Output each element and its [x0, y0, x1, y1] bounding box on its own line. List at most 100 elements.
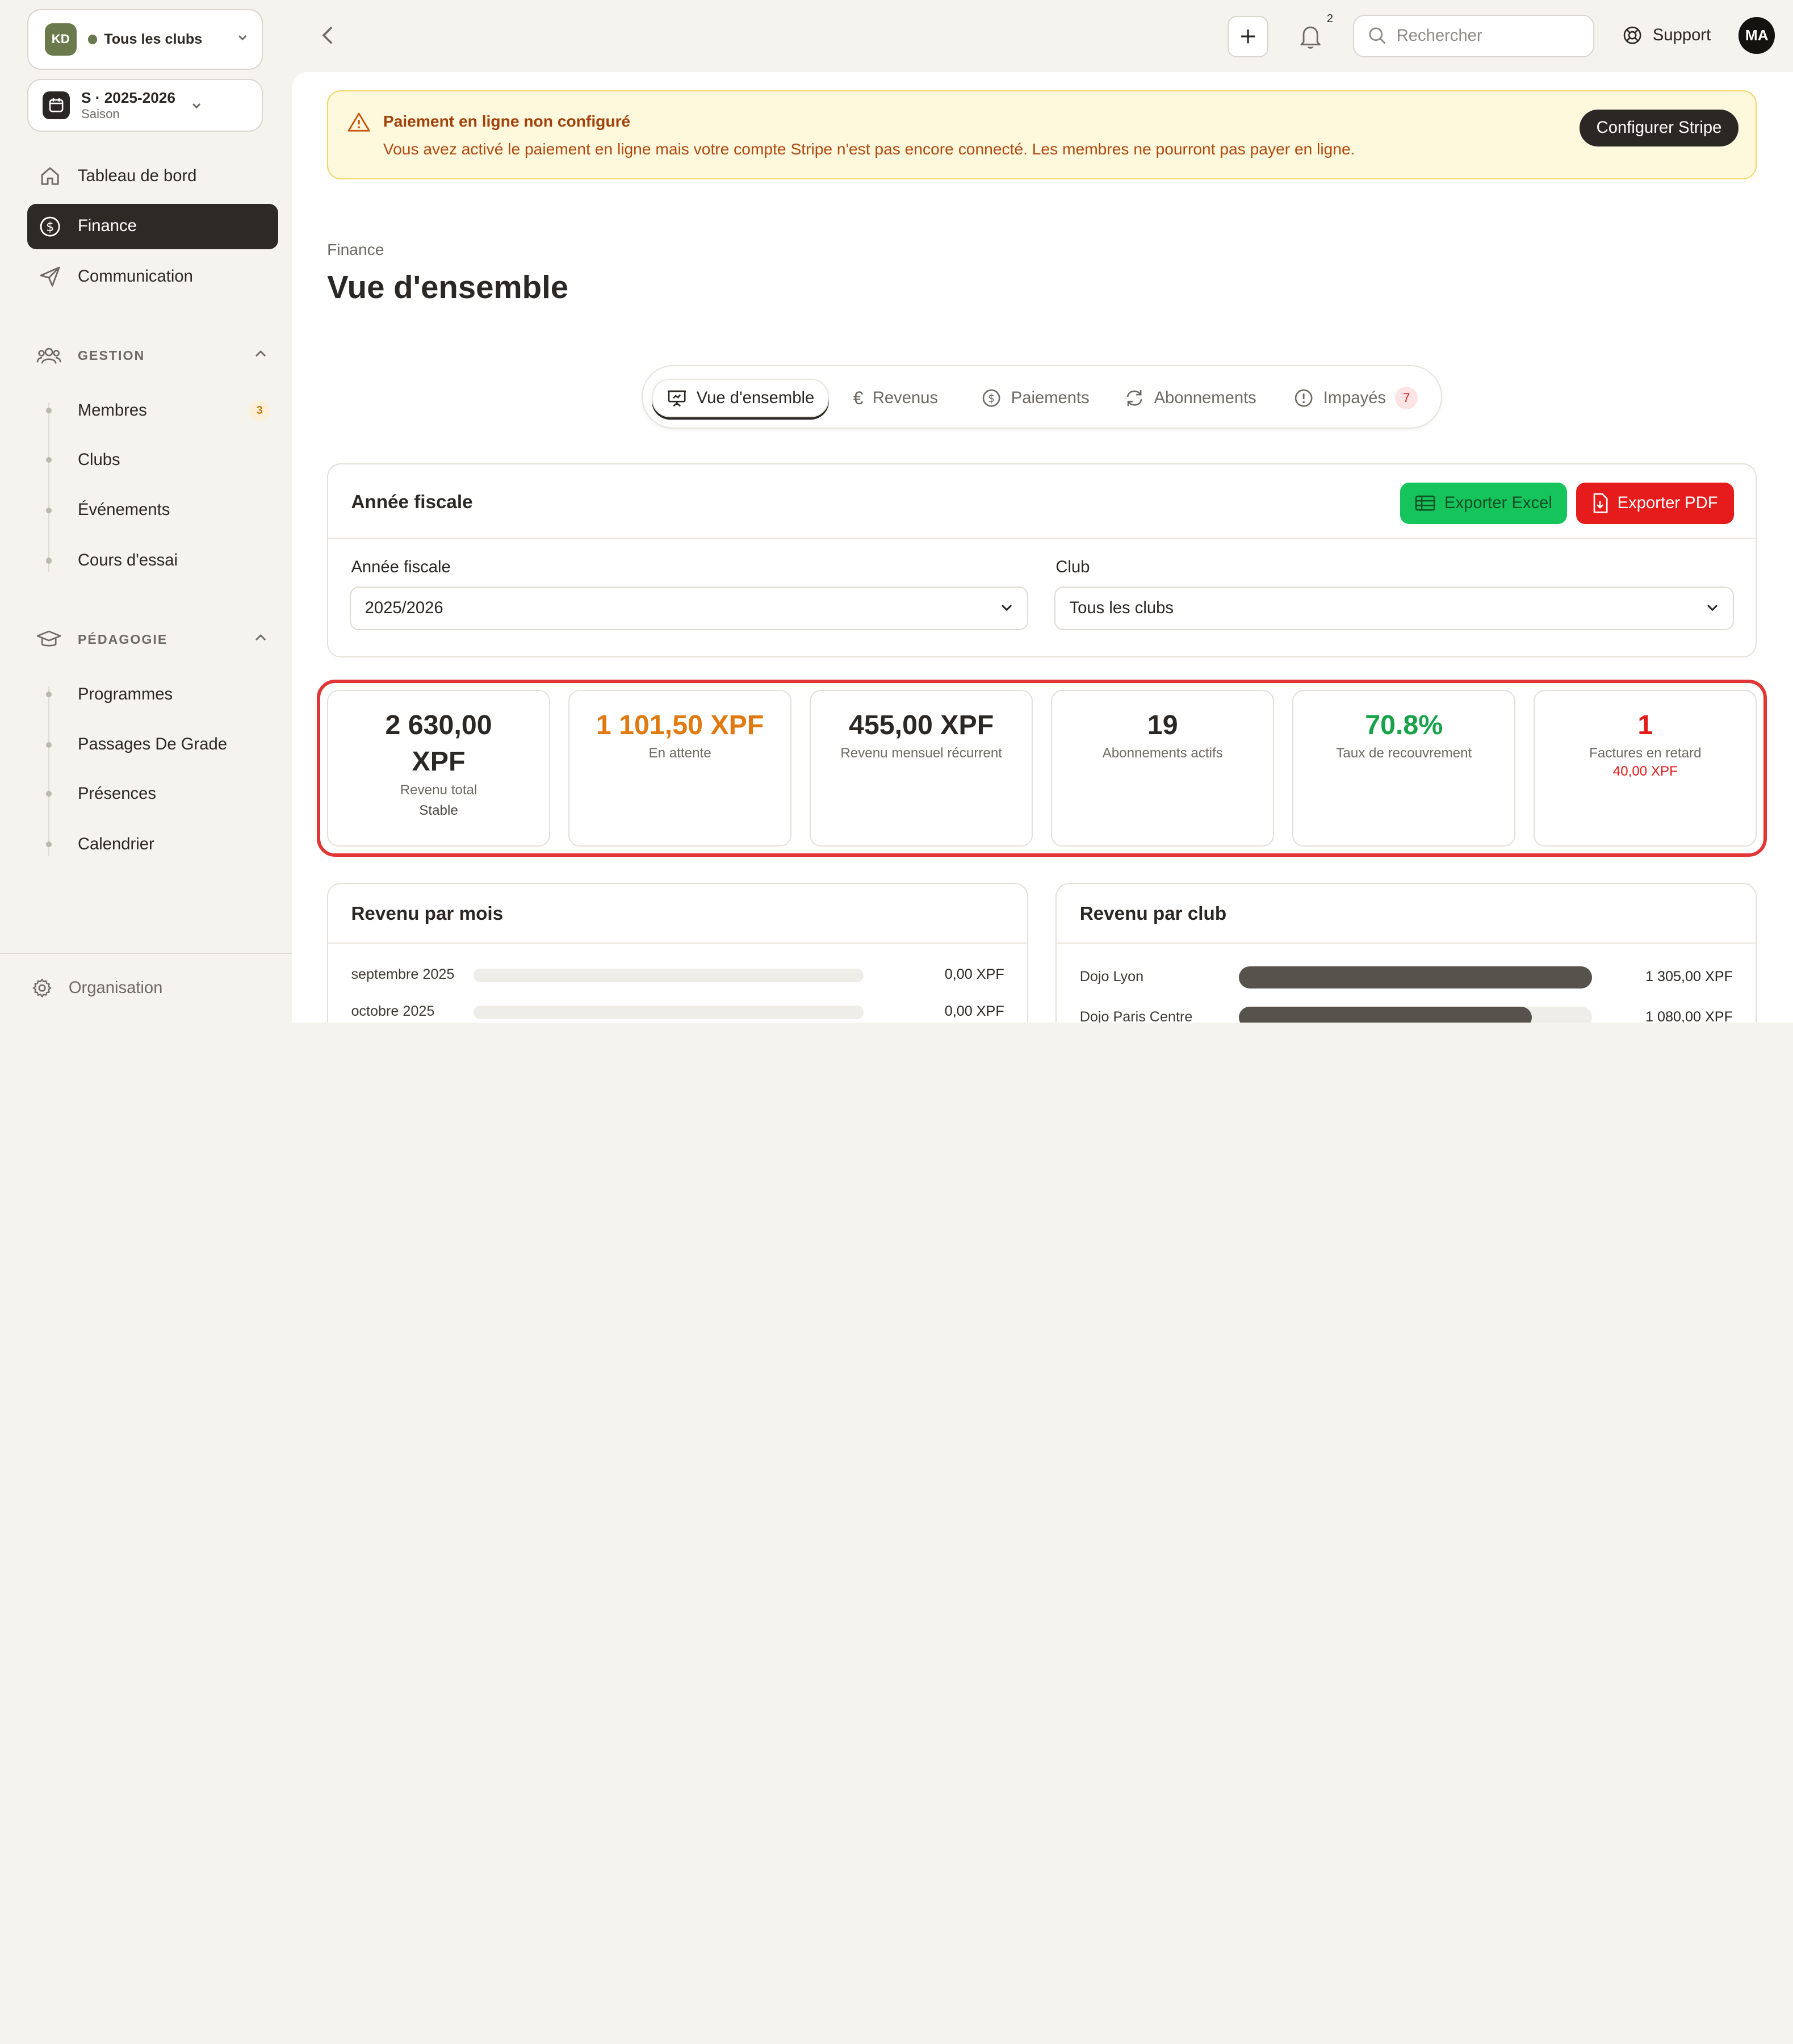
sidebar-item-label: Calendrier: [77, 835, 154, 853]
gear-icon: [33, 979, 52, 998]
nav-communication[interactable]: Communication: [27, 254, 278, 300]
month-row-value: 0,00 XPF: [944, 1003, 1004, 1019]
back-button[interactable]: [320, 23, 336, 54]
page-title: Vue d'ensemble: [327, 269, 569, 305]
bell-icon: [1301, 26, 1321, 49]
sidebar-item-clubs[interactable]: Clubs: [45, 450, 270, 470]
bullet: [45, 791, 52, 797]
sidebar-item-passages-grade[interactable]: Passages De Grade: [45, 735, 270, 754]
sidebar-item-label: Programmes: [77, 685, 173, 703]
nav-finance[interactable]: $ Finance: [27, 203, 278, 250]
support-label: Support: [1652, 26, 1711, 44]
month-row-label: septembre 2025: [351, 966, 455, 983]
sidebar-item-presences[interactable]: Présences: [45, 784, 270, 803]
svg-text:$: $: [988, 392, 995, 405]
tab-abonnements[interactable]: Abonnements: [1111, 379, 1270, 417]
section-pedagogie[interactable]: PÉDAGOGIE: [36, 629, 267, 650]
club-value: Tous les clubs: [1069, 599, 1174, 618]
sidebar-item-programmes[interactable]: Programmes: [45, 685, 270, 704]
bullet: [45, 742, 52, 748]
kpi-card-recouvrement: 70.8% Taux de recouvrement: [1292, 689, 1516, 847]
configure-stripe-button[interactable]: Configurer Stripe: [1580, 110, 1739, 146]
club-row-label: Dojo Paris Centre: [1079, 1008, 1193, 1023]
month-row-bar: [474, 969, 864, 983]
sidebar-item-label: Présences: [77, 784, 156, 803]
tab-paiements[interactable]: $ Paiements: [967, 379, 1103, 417]
search-box[interactable]: [1353, 15, 1595, 57]
send-icon: [40, 266, 61, 287]
divider: [328, 942, 1028, 944]
organisation-link[interactable]: Organisation: [32, 978, 162, 998]
revenue-by-month-title: Revenu par mois: [351, 903, 504, 925]
plus-icon: [1241, 30, 1255, 44]
export-pdf-label: Exporter PDF: [1617, 493, 1718, 512]
alert-title: Paiement en ligne non configuré: [383, 112, 631, 131]
kpi-card-revenu-total: 2 630,00 XPF Revenu total Stable: [327, 689, 550, 847]
kpi-card-en-attente: 1 101,50 XPF En attente: [568, 689, 792, 847]
chevron-down-icon: [1000, 599, 1013, 618]
bullet: [45, 408, 52, 414]
sidebar: KD Tous les clubs S · 2025-2026 Saison T…: [0, 0, 292, 1023]
kpi-label: Taux de recouvrement: [1336, 745, 1472, 761]
sidebar-item-cours-essai[interactable]: Cours d'essai: [45, 551, 270, 570]
tree-line: [48, 403, 49, 572]
sidebar-item-calendrier[interactable]: Calendrier: [45, 835, 270, 854]
app-root: KD Tous les clubs S · 2025-2026 Saison T…: [0, 0, 1793, 1023]
bullet: [45, 558, 52, 564]
status-dot: [88, 35, 98, 44]
calendar-icon: [42, 91, 70, 119]
search-input[interactable]: [1396, 26, 1580, 45]
svg-text:$: $: [47, 220, 55, 234]
chevron-up-icon: [254, 348, 267, 364]
members-count-badge: 3: [249, 400, 270, 421]
organisation-label: Organisation: [68, 979, 163, 998]
revenue-by-club-title: Revenu par club: [1079, 903, 1227, 925]
presentation-icon: [668, 390, 686, 407]
chevron-down-icon: [237, 32, 248, 47]
season-switcher[interactable]: S · 2025-2026 Saison: [27, 79, 263, 132]
sidebar-item-membres[interactable]: Membres 3: [45, 400, 270, 421]
nav-dashboard-label: Tableau de bord: [77, 166, 197, 185]
dollar-circle-icon: $: [983, 389, 1000, 407]
section-gestion[interactable]: GESTION: [36, 345, 267, 366]
notifications-button[interactable]: [1298, 23, 1323, 55]
sidebar-item-label: Clubs: [77, 450, 120, 469]
dollar-circle-icon: $: [40, 216, 61, 237]
home-icon: [41, 167, 60, 185]
breadcrumb[interactable]: Finance: [327, 240, 384, 259]
support-link[interactable]: Support: [1622, 25, 1711, 45]
tab-label: Paiements: [1011, 388, 1090, 407]
stripe-warning-banner: [327, 90, 1757, 180]
user-avatar[interactable]: MA: [1738, 17, 1775, 54]
club-switcher[interactable]: KD Tous les clubs: [27, 9, 263, 70]
euro-icon: €: [853, 387, 864, 408]
export-excel-button[interactable]: Exporter Excel: [1400, 483, 1567, 524]
club-switcher-label: Tous les clubs: [104, 31, 203, 47]
export-pdf-button[interactable]: Exporter PDF: [1576, 483, 1734, 524]
club-row-value: 1 080,00 XPF: [1645, 1008, 1733, 1023]
nav-communication-label: Communication: [77, 267, 193, 286]
kpi-card-factures-retard: 1 Factures en retard 40,00 XPF: [1534, 689, 1757, 847]
fiscal-year-select[interactable]: 2025/2026: [350, 587, 1029, 630]
tab-vue-ensemble[interactable]: Vue d'ensemble: [652, 378, 830, 418]
kpi-label: Abonnements actifs: [1102, 745, 1223, 761]
tab-revenus[interactable]: € Revenus: [840, 379, 952, 417]
notifications-count: 2: [1326, 12, 1334, 26]
tab-impayes[interactable]: Impayés 7: [1280, 379, 1431, 417]
unpaid-count-badge: 7: [1395, 386, 1418, 410]
month-row-label: octobre 2025: [351, 1003, 435, 1019]
kpi-value: 70.8%: [1365, 709, 1443, 740]
bullet: [45, 841, 52, 848]
add-button[interactable]: [1227, 16, 1269, 57]
sidebar-item-evenements[interactable]: Événements: [45, 501, 270, 520]
refresh-icon: [1126, 389, 1142, 407]
kpi-value: 455,00 XPF: [849, 709, 994, 740]
kpi-label: Revenu total: [400, 782, 477, 798]
kpi-overdue-amount: 40,00 XPF: [1612, 764, 1678, 780]
bullet: [45, 692, 52, 698]
club-select[interactable]: Tous les clubs: [1054, 587, 1734, 630]
chevron-up-icon: [254, 631, 267, 647]
nav-dashboard[interactable]: Tableau de bord: [27, 153, 278, 199]
nav-finance-label: Finance: [77, 217, 137, 236]
club-avatar: KD: [44, 23, 77, 56]
